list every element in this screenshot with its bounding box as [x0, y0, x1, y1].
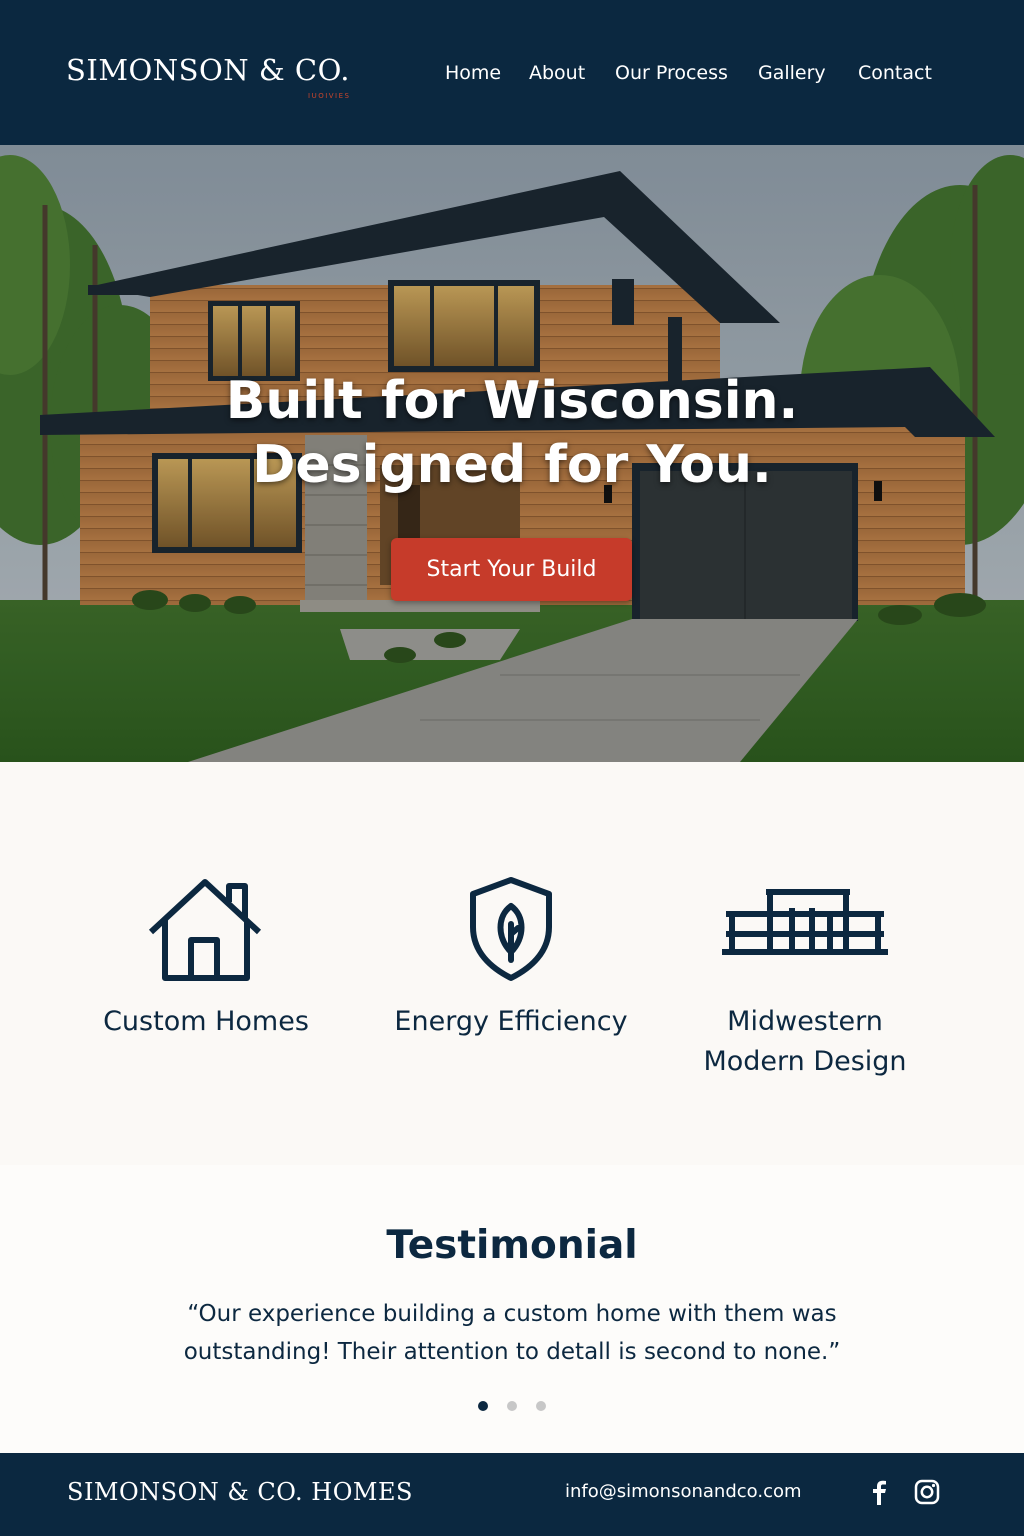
feature-label: Custom Homes — [103, 1006, 309, 1037]
footer-email-link[interactable]: info@simonsonandco.com — [565, 1481, 802, 1502]
main-nav: Home About Our Process Gallery Contact — [0, 62, 1024, 88]
feature-label-line1: Midwestern — [727, 1006, 883, 1037]
footer-brand: SIMONSON & CO. HOMES — [67, 1478, 413, 1506]
nav-about[interactable]: About — [529, 62, 585, 84]
feature-midwestern-modern-design: Midwestern Modern Design — [655, 872, 955, 1082]
feature-label: Energy Efficiency — [394, 1006, 628, 1037]
feature-energy-efficiency: Energy Efficiency — [361, 872, 661, 1042]
feature-label-line2: Modern Design — [703, 1046, 907, 1077]
carousel-dot-3[interactable] — [536, 1401, 547, 1411]
nav-gallery[interactable]: Gallery — [758, 62, 826, 84]
hero-headline-line2: Designed for You. — [252, 435, 772, 495]
carousel-dot-1[interactable] — [477, 1401, 488, 1411]
leaf-shield-icon — [470, 877, 552, 981]
instagram-icon[interactable] — [912, 1477, 942, 1507]
hero-headline: Built for Wisconsin. Designed for You. — [0, 369, 1024, 497]
nav-home[interactable]: Home — [445, 62, 501, 84]
site-footer: SIMONSON & CO. HOMES info@simonsonandco.… — [0, 1453, 1024, 1536]
features-section: Custom Homes Energy Efficiency Midwester… — [0, 762, 1024, 1165]
testimonial-quote: “Our experience building a custom home w… — [183, 1301, 841, 1365]
house-icon — [148, 879, 262, 981]
nav-contact[interactable]: Contact — [858, 62, 932, 84]
carousel-dots — [0, 1396, 1024, 1415]
site-header: SIMONSON & CO. IUOIVIES Home About Our P… — [0, 0, 1024, 145]
feature-custom-homes: Custom Homes — [56, 872, 356, 1042]
facebook-icon[interactable] — [864, 1477, 894, 1507]
start-your-build-button[interactable]: Start Your Build — [391, 538, 632, 601]
testimonial-section: Testimonial “Our experience building a c… — [0, 1165, 1024, 1453]
hero-headline-line1: Built for Wisconsin. — [225, 371, 799, 431]
nav-our-process[interactable]: Our Process — [615, 62, 728, 84]
hero-section: Built for Wisconsin. Designed for You. S… — [0, 145, 1024, 762]
carousel-dot-2[interactable] — [507, 1401, 517, 1411]
modern-house-icon — [722, 889, 888, 955]
logo-subtitle: IUOIVIES — [308, 92, 351, 100]
testimonial-title: Testimonial — [386, 1223, 638, 1268]
feature-label: Midwestern Modern Design — [655, 1002, 955, 1082]
